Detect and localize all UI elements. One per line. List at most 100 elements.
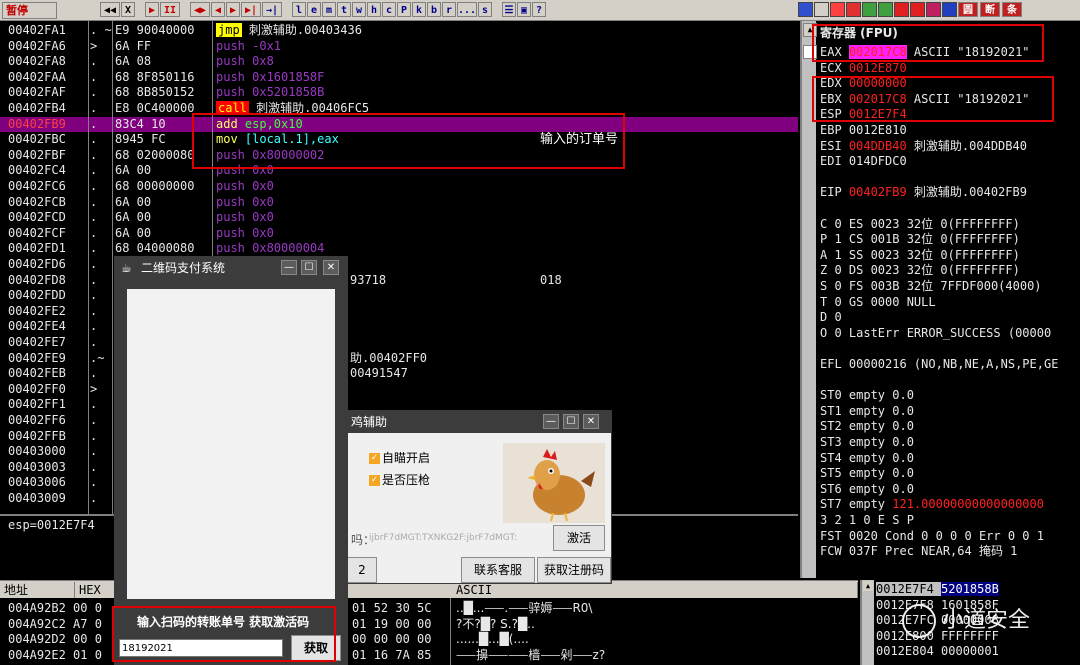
toolbar-button[interactable]: w <box>352 2 366 17</box>
plugin-button[interactable] <box>910 2 925 17</box>
plugin-button[interactable] <box>814 2 829 17</box>
maximize-button[interactable]: ☐ <box>563 414 579 429</box>
close-button[interactable]: ✕ <box>583 414 599 429</box>
register-line[interactable]: EBX 002017C8 ASCII "18192021" <box>820 92 1030 107</box>
registers-pane[interactable]: ▲ 寄存器 (FPU) EAX 002017C8 ASCII "18192021… <box>800 21 1080 578</box>
disasm-row[interactable]: 00402FCF. 6A 00 push 0x0 <box>0 226 798 241</box>
dump-row-ascii[interactable]: ..█...⸺.⸺骍媷⸺R0\ <box>456 601 592 616</box>
dump-row-ascii[interactable]: ?不?█? S.?█.. <box>456 617 535 632</box>
toolbar-button[interactable]: X <box>121 2 135 17</box>
toolbar-button[interactable]: →| <box>262 2 282 17</box>
plugin-button[interactable] <box>846 2 861 17</box>
stack-row[interactable]: 0012E804 00000001 <box>876 644 999 659</box>
toolbar-button[interactable]: ◀◀ <box>100 2 120 17</box>
scroll-up-icon[interactable]: ▲ <box>803 23 817 37</box>
register-line[interactable]: EDX 00000000 <box>820 76 907 91</box>
toolbar-button[interactable]: k <box>412 2 426 17</box>
dump-row-bytes[interactable]: 01 19 00 00 <box>352 617 431 632</box>
register-line[interactable]: O 0 LastErr ERROR_SUCCESS (00000 <box>820 326 1051 341</box>
disasm-row[interactable]: 00402FC4. 6A 00 push 0x0 <box>0 163 798 178</box>
order-number-input[interactable] <box>119 639 283 657</box>
toolbar-button[interactable]: ? <box>532 2 546 17</box>
disasm-row[interactable]: 00402FB4. E8 0C400000 call 刺激辅助.00406FC5 <box>0 101 798 116</box>
assist-dialog-titlebar[interactable]: 鸡辅助 — ☐ ✕ <box>347 411 611 433</box>
plugin-text-button[interactable]: 断 <box>980 2 1000 17</box>
minimize-button[interactable]: — <box>543 414 559 429</box>
disasm-row[interactable]: 00402FD1. 68 04000080 push 0x80000004 <box>0 241 798 256</box>
dump-row[interactable]: 004A92B2 00 0 <box>8 601 102 616</box>
scroll-up-icon[interactable]: ▲ <box>863 581 873 591</box>
toolbar-button[interactable]: ◀ <box>211 2 225 17</box>
disasm-row[interactable]: 00402FAF. 68 8B850152 push 0x5201858B <box>0 85 798 100</box>
get-registration-code-button[interactable]: 获取注册码 <box>537 557 611 583</box>
plugin-button[interactable] <box>894 2 909 17</box>
register-line[interactable]: D 0 <box>820 310 842 325</box>
register-line[interactable]: T 0 GS 0000 NULL <box>820 295 936 310</box>
plugin-button[interactable] <box>862 2 877 17</box>
register-line[interactable]: FCW 037F Prec NEAR,64 掩码 1 <box>820 544 1017 559</box>
register-line[interactable]: ECX 0012E870 <box>820 61 907 76</box>
toolbar-button[interactable]: ... <box>457 2 477 17</box>
toolbar-button[interactable]: c <box>382 2 396 17</box>
dump-col-address[interactable]: 地址 <box>0 582 75 598</box>
disasm-row[interactable]: 00402FB9. 83C4 10 add esp,0x10 <box>0 116 798 132</box>
register-line[interactable]: P 1 CS 001B 32位 0(FFFFFFFF) <box>820 232 1020 247</box>
register-line[interactable]: EIP 00402FB9 刺激辅助.00402FB9 <box>820 185 1027 200</box>
register-line[interactable]: EFL 00000216 (NO,NB,NE,A,NS,PE,GE <box>820 357 1058 372</box>
toolbar-button[interactable]: s <box>478 2 492 17</box>
disasm-row[interactable]: 00402FA1 . ~ E9 90040000 jmp 刺激辅助.00403436 <box>0 23 798 38</box>
scroll-thumb[interactable] <box>803 45 817 59</box>
toolbar-button[interactable]: h <box>367 2 381 17</box>
dump-row-ascii[interactable]: ......█...█(.... <box>456 632 529 647</box>
toolbar-button[interactable]: II <box>160 2 180 17</box>
toolbar-button[interactable]: b <box>427 2 441 17</box>
register-line[interactable]: ST5 empty 0.0 <box>820 466 914 481</box>
plugin-button[interactable] <box>942 2 957 17</box>
toolbar-button[interactable]: t <box>337 2 351 17</box>
close-button[interactable]: ✕ <box>323 260 339 275</box>
dump-row-ascii[interactable]: ⸺擤⸺⸺樯⸺剁⸺z? <box>456 648 605 663</box>
dump-row[interactable]: 004A92C2 A7 0 <box>8 617 102 632</box>
register-line[interactable]: FST 0020 Cond 0 0 0 0 Err 0 0 1 <box>820 529 1044 544</box>
register-line[interactable]: EAX 002017C8 ASCII "18192021" <box>820 45 1030 60</box>
disasm-row[interactable]: 00402FA8. 6A 08 push 0x8 <box>0 54 798 69</box>
aim-option[interactable]: ✓ 自瞄开启 <box>369 449 430 466</box>
toolbar-button[interactable]: ☰ <box>502 2 516 17</box>
qr-dialog-titlebar[interactable]: ☕ 二维码支付系统 — ☐ ✕ <box>115 257 347 279</box>
register-line[interactable]: ST0 empty 0.0 <box>820 388 914 403</box>
register-line[interactable]: A 1 SS 0023 32位 0(FFFFFFFF) <box>820 248 1020 263</box>
toolbar-button[interactable]: m <box>322 2 336 17</box>
registration-code-field[interactable]: ijbrF7dMGT:TXNKG2F:jbrF7dMGT: <box>369 528 549 548</box>
register-line[interactable]: ST3 empty 0.0 <box>820 435 914 450</box>
dump-row[interactable]: 004A92E2 01 0 <box>8 648 102 663</box>
plugin-button[interactable] <box>830 2 845 17</box>
partial-button[interactable]: 2 <box>347 557 377 583</box>
plugin-text-button[interactable]: 圆 <box>958 2 978 17</box>
dump-row[interactable]: 004A92D2 00 0 <box>8 632 102 647</box>
toolbar-button[interactable]: ▣ <box>517 2 531 17</box>
register-line[interactable]: Z 0 DS 0023 32位 0(FFFFFFFF) <box>820 263 1020 278</box>
register-line[interactable]: C 0 ES 0023 32位 0(FFFFFFFF) <box>820 217 1020 232</box>
disasm-row[interactable]: 00402FC6. 68 00000000 push 0x0 <box>0 179 798 194</box>
toolbar-button[interactable]: e <box>307 2 321 17</box>
register-line[interactable]: ESP 0012E7F4 <box>820 107 907 122</box>
dump-row-bytes[interactable]: 01 52 30 5C <box>352 601 431 616</box>
plugin-button[interactable] <box>798 2 813 17</box>
stack-row[interactable]: 0012E7F4 5201858B <box>876 582 999 597</box>
assist-dialog[interactable]: 鸡辅助 — ☐ ✕ ✓ 自瞄开启 ✓ 是否压枪 吗： ijbrF7dMGT:TXNK… <box>346 410 612 584</box>
toolbar-button[interactable]: ▶| <box>241 2 261 17</box>
register-line[interactable]: S 0 FS 003B 32位 7FFDF000(4000) <box>820 279 1042 294</box>
maximize-button[interactable]: ☐ <box>301 260 317 275</box>
qr-payment-dialog[interactable]: ☕ 二维码支付系统 — ☐ ✕ 输入扫码的转账单号 获取激活码 获取 <box>114 256 348 665</box>
disasm-row[interactable]: 00402FA6 >6A FF push -0x1 <box>0 39 798 54</box>
register-line[interactable]: ESI 004DDB40 刺激辅助.004DDB40 <box>820 139 1027 154</box>
activate-button[interactable]: 激活 <box>553 525 605 551</box>
register-line[interactable]: EDI 014DFDC0 <box>820 154 907 169</box>
register-line[interactable]: ST6 empty 0.0 <box>820 482 914 497</box>
disasm-row[interactable]: 00402FCD. 6A 00 push 0x0 <box>0 210 798 225</box>
checkbox-checked-icon[interactable]: ✓ <box>369 453 380 464</box>
plugin-button[interactable] <box>878 2 893 17</box>
toolbar-button[interactable]: l <box>292 2 306 17</box>
disasm-row[interactable]: 00402FBF. 68 02000080 push 0x80000002 <box>0 148 798 163</box>
minimize-button[interactable]: — <box>281 260 297 275</box>
